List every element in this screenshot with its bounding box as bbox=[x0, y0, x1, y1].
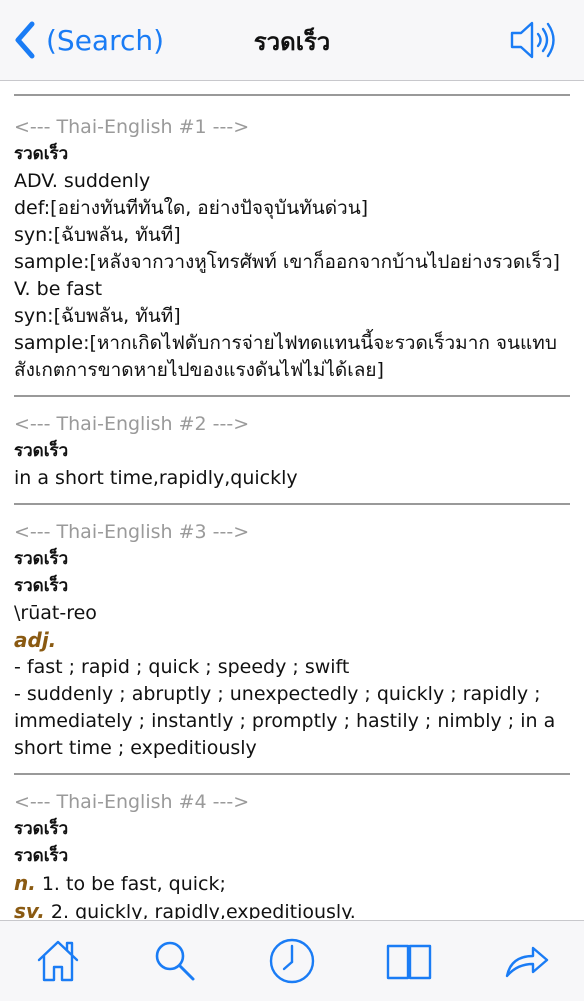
entry-headword: รวดเร็ว bbox=[14, 549, 69, 569]
share-icon[interactable] bbox=[501, 936, 551, 986]
entry-header: <--- Thai-English #3 ---> bbox=[14, 521, 250, 543]
divider bbox=[14, 94, 570, 96]
navigation-bar: (Search) รวดเร็ว bbox=[0, 0, 584, 81]
dictionary-entry: <--- Thai-English #2 ---> รวดเร็ว in a s… bbox=[0, 411, 584, 492]
entry-headword: รวดเร็ว bbox=[14, 819, 69, 839]
dictionary-entry: <--- Thai-English #4 ---> รวดเร็ว รวดเร็… bbox=[0, 789, 584, 919]
entry-headword-secondary: รวดเร็ว bbox=[14, 576, 69, 596]
entry-line: - suddenly ; abruptly ; unexpectedly ; q… bbox=[14, 683, 541, 705]
entry-header: <--- Thai-English #2 ---> bbox=[14, 413, 250, 435]
definition-content[interactable]: <--- Thai-English #1 ---> รวดเร็ว ADV. s… bbox=[0, 81, 584, 919]
part-of-speech: adj. bbox=[14, 628, 57, 652]
entry-line: sv. 2. quickly, rapidly,expeditiously. bbox=[14, 898, 584, 919]
entry-headword-secondary: รวดเร็ว bbox=[14, 846, 69, 866]
entry-line: sample:[หากเกิดไฟดับการจ่ายไฟทดแทนนี้จะร… bbox=[14, 332, 557, 354]
speaker-icon[interactable] bbox=[508, 18, 558, 62]
search-icon[interactable] bbox=[150, 936, 200, 986]
entry-line: สังเกตการขาดหายไปของแรงดันไฟไม่ได้เลย] bbox=[14, 359, 384, 381]
entry-header: <--- Thai-English #1 ---> bbox=[14, 116, 250, 138]
entry-line: syn:[ฉับพลัน, ทันที] bbox=[14, 224, 181, 246]
dictionary-entry: <--- Thai-English #3 ---> รวดเร็ว รวดเร็… bbox=[0, 519, 584, 762]
divider bbox=[14, 395, 570, 397]
entry-line: in a short time,rapidly,quickly bbox=[14, 467, 298, 489]
entry-headword: รวดเร็ว bbox=[14, 144, 69, 164]
tab-bar bbox=[0, 920, 584, 1001]
entry-headword: รวดเร็ว bbox=[14, 441, 69, 461]
entry-line: n. 1. to be fast, quick; bbox=[14, 870, 584, 898]
entry-line: def:[อย่างทันทีทันใด, อย่างปัจจุบันทันด่… bbox=[14, 197, 369, 219]
history-icon[interactable] bbox=[267, 936, 317, 986]
divider bbox=[14, 503, 570, 505]
dictionary-entry: <--- Thai-English #1 ---> รวดเร็ว ADV. s… bbox=[0, 114, 584, 384]
entry-line-text: 2. quickly, rapidly,expeditiously. bbox=[50, 901, 356, 919]
entry-line: immediately ; instantly ; promptly ; has… bbox=[14, 710, 556, 732]
page-title: รวดเร็ว bbox=[253, 28, 331, 56]
divider bbox=[14, 773, 570, 775]
entry-line-text: 1. to be fast, quick; bbox=[41, 873, 226, 895]
entry-line: - fast ; rapid ; quick ; speedy ; swift bbox=[14, 656, 350, 678]
entry-pronunciation: \rūat-reo bbox=[14, 602, 97, 624]
entry-line: short time ; expeditiously bbox=[14, 737, 257, 759]
entry-header: <--- Thai-English #4 ---> bbox=[14, 791, 250, 813]
entry-line: syn:[ฉับพลัน, ทันที] bbox=[14, 305, 181, 327]
part-of-speech: n. bbox=[14, 871, 36, 895]
entry-line: V. be fast bbox=[14, 278, 103, 300]
book-icon[interactable] bbox=[384, 936, 434, 986]
entry-line: ADV. suddenly bbox=[14, 170, 151, 192]
part-of-speech: sv. bbox=[14, 899, 45, 919]
entry-line: sample:[หลังจากวางหูโทรศัพท์ เขาก็ออกจาก… bbox=[14, 251, 560, 273]
home-icon[interactable] bbox=[33, 936, 83, 986]
